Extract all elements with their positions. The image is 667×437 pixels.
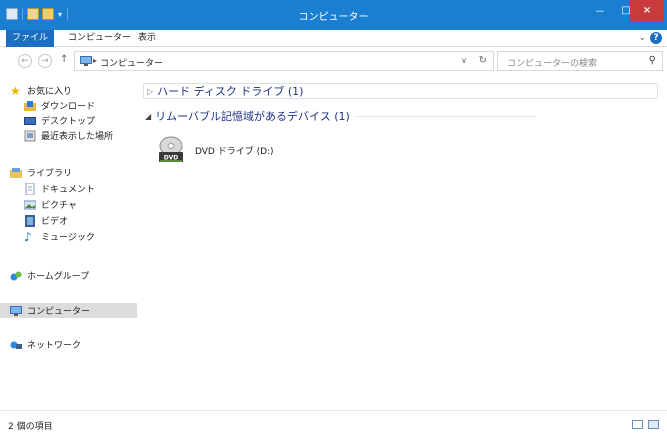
sidebar-item-videos[interactable]: ビデオ xyxy=(24,213,68,228)
chevron-down-icon[interactable]: ⌄ xyxy=(638,33,646,43)
sidebar-item-label: ビデオ xyxy=(41,217,69,227)
music-note-icon: ♪ xyxy=(24,229,32,244)
computer-icon xyxy=(10,305,22,316)
dvd-drive-label: DVD ドライブ (D:) xyxy=(195,146,274,157)
network-icon xyxy=(10,341,22,349)
sidebar-item-label: ピクチャ xyxy=(41,201,77,211)
document-icon xyxy=(25,182,35,195)
sidebar-item-downloads[interactable]: ダウンロード xyxy=(24,98,95,113)
window-title: コンピューター xyxy=(298,12,369,23)
group-divider xyxy=(355,115,536,117)
status-bar: 2 個の項目 xyxy=(0,410,667,437)
desktop-icon xyxy=(24,116,36,125)
refresh-icon[interactable]: ↻ xyxy=(479,55,487,66)
group-removable-storage[interactable]: ◢ リムーバブル記憶域があるデバイス (1) xyxy=(145,109,536,123)
tab-computer[interactable]: コンピューター xyxy=(62,30,137,47)
explorer-window: ▾ コンピューター － □ × ファイル コンピューター 表示 ⌄ ? ← → … xyxy=(0,0,667,437)
sidebar-item-desktop[interactable]: デスクトップ xyxy=(24,113,95,128)
nav-computer-label: コンピューター xyxy=(27,307,91,317)
breadcrumb-separator: ▸ xyxy=(93,56,98,65)
sidebar-item-documents[interactable]: ドキュメント xyxy=(24,181,95,196)
homegroup-icon xyxy=(10,271,22,280)
download-folder-icon xyxy=(24,100,36,111)
ribbon-tabs: ファイル コンピューター 表示 ⌄ ? xyxy=(0,30,667,47)
list-item-dvd-drive[interactable]: DVD DVD ドライブ (D:) xyxy=(157,135,274,165)
forward-button[interactable]: → xyxy=(38,54,52,68)
navigation-pane: ★ お気に入り ダウンロード デスクトップ 最近表示した場所 ライブラリ ドキュ… xyxy=(0,75,137,410)
recent-places-icon xyxy=(24,130,36,141)
sidebar-item-label: ミュージック xyxy=(41,233,95,243)
sidebar-item-music[interactable]: ♪ ミュージック xyxy=(24,229,95,244)
nav-favorites-label: お気に入り xyxy=(27,87,73,97)
nav-network-label: ネットワーク xyxy=(27,341,82,351)
close-button[interactable]: × xyxy=(630,0,664,21)
library-icon xyxy=(10,167,22,178)
sidebar-item-recent[interactable]: 最近表示した場所 xyxy=(24,128,113,143)
tab-view[interactable]: 表示 xyxy=(132,30,162,47)
title-bar: ▾ コンピューター － □ × xyxy=(0,0,667,30)
search-icon[interactable]: ⚲ xyxy=(649,55,656,66)
nav-homegroup-label: ホームグループ xyxy=(27,272,90,282)
star-icon: ★ xyxy=(10,83,21,98)
nav-computer[interactable]: コンピューター xyxy=(0,303,137,318)
back-button[interactable]: ← xyxy=(18,54,32,68)
nav-libraries[interactable]: ライブラリ xyxy=(10,165,72,180)
search-placeholder: コンピューターの検索 xyxy=(507,59,598,69)
content-pane: ▷ ハード ディスク ドライブ (1) ◢ リムーバブル記憶域があるデバイス (… xyxy=(137,75,667,410)
pictures-icon xyxy=(24,200,36,209)
group-label: ハード ディスク ドライブ (1) xyxy=(157,85,304,98)
ribbon-controls: ⌄ ? xyxy=(638,32,662,44)
dvd-drive-icon: DVD xyxy=(159,136,183,162)
tab-file[interactable]: ファイル xyxy=(6,30,55,47)
details-view-icon[interactable] xyxy=(632,420,643,429)
help-icon[interactable]: ? xyxy=(650,32,662,44)
sidebar-item-pictures[interactable]: ピクチャ xyxy=(24,197,77,212)
dvd-badge-text: DVD xyxy=(164,155,179,162)
sidebar-item-label: ドキュメント xyxy=(41,185,96,195)
minimize-button[interactable]: － xyxy=(587,0,613,21)
nav-network[interactable]: ネットワーク xyxy=(10,337,81,352)
nav-favorites[interactable]: ★ お気に入り xyxy=(10,83,72,98)
expand-arrow-icon[interactable]: ▷ xyxy=(147,87,153,96)
video-icon xyxy=(25,214,35,227)
computer-icon xyxy=(80,56,92,66)
address-bar[interactable]: ▸ コンピューター ∨ ↻ xyxy=(74,51,494,71)
large-icons-view-icon[interactable] xyxy=(648,420,659,429)
up-button[interactable]: ↑ xyxy=(60,54,68,65)
group-hard-disk-drives[interactable]: ▷ ハード ディスク ドライブ (1) xyxy=(143,83,658,99)
address-row: ← → ↑ ▸ コンピューター ∨ ↻ コンピューターの検索 ⚲ xyxy=(0,47,667,75)
history-dropdown-icon[interactable]: ∨ xyxy=(461,56,467,65)
sidebar-item-label: 最近表示した場所 xyxy=(41,132,114,142)
nav-homegroup[interactable]: ホームグループ xyxy=(10,268,89,283)
group-label: リムーバブル記憶域があるデバイス (1) xyxy=(155,110,350,123)
collapse-arrow-icon[interactable]: ◢ xyxy=(145,112,151,121)
sidebar-item-label: デスクトップ xyxy=(41,117,96,127)
search-input[interactable]: コンピューターの検索 ⚲ xyxy=(497,51,663,71)
item-count: 2 個の項目 xyxy=(8,422,53,432)
sidebar-item-label: ダウンロード xyxy=(41,102,96,112)
breadcrumb[interactable]: コンピューター xyxy=(100,56,163,69)
nav-libraries-label: ライブラリ xyxy=(27,169,73,179)
